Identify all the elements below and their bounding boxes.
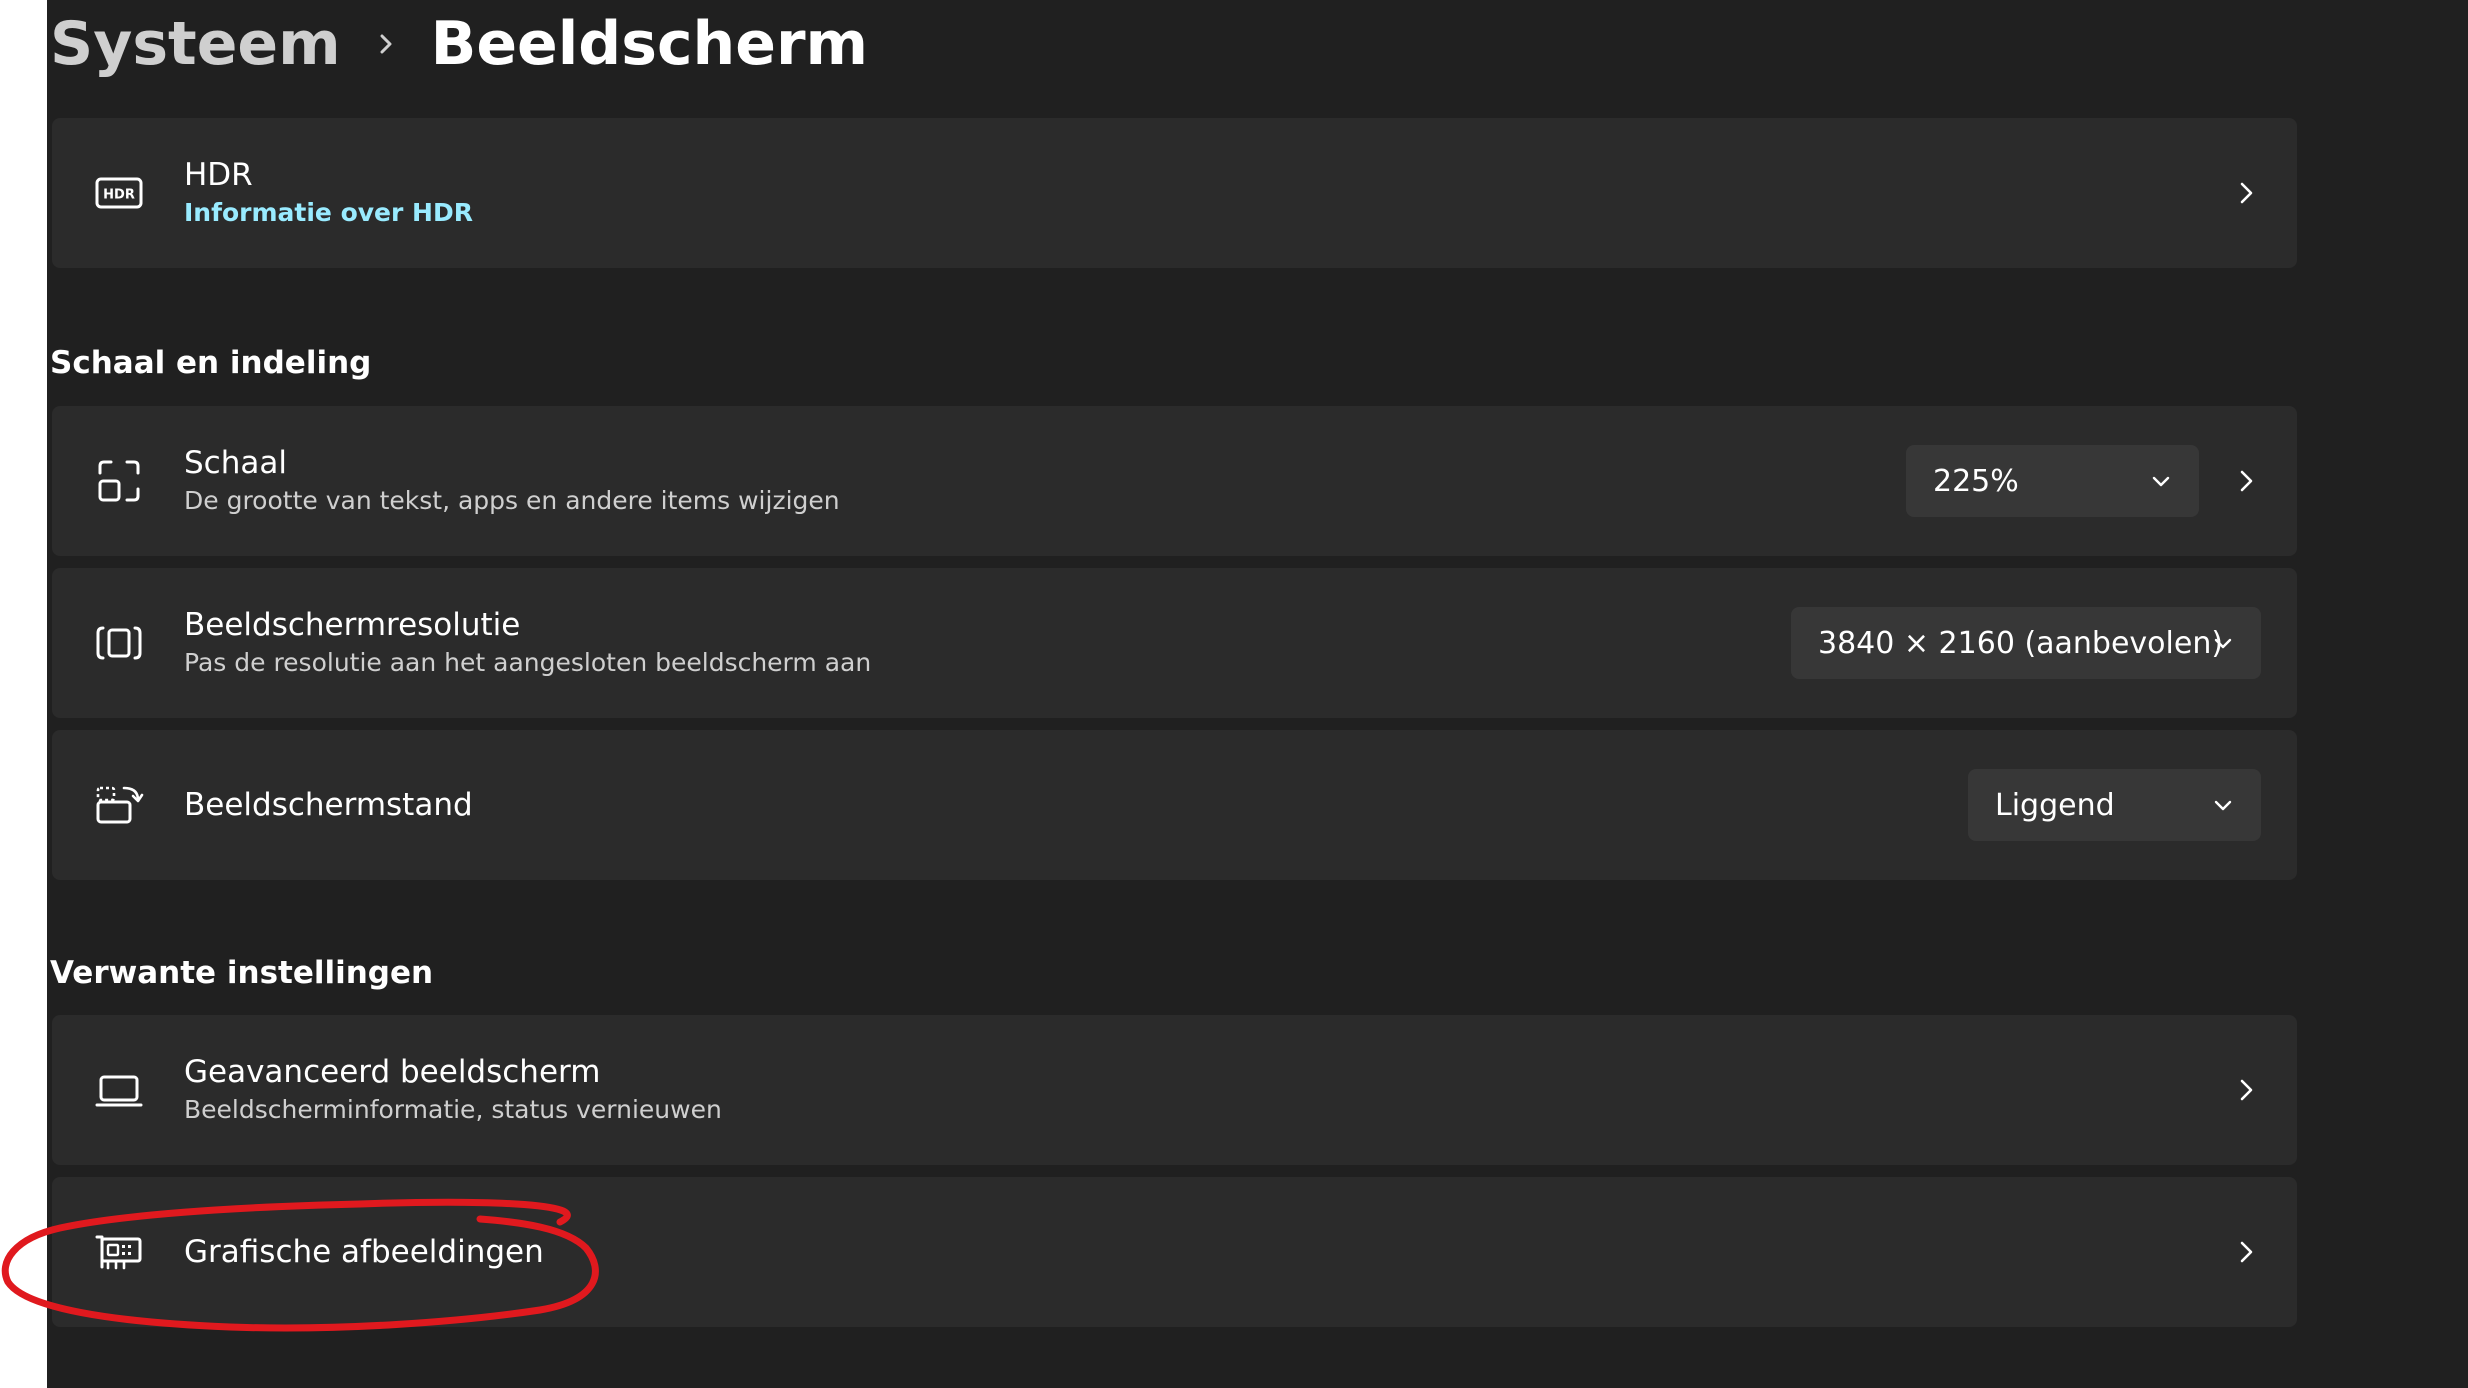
chevron-right-icon xyxy=(2231,178,2261,208)
scale-icon xyxy=(94,456,144,506)
orientation-text: Beeldschermstand xyxy=(184,730,473,880)
resolution-dropdown[interactable]: 3840 × 2160 (aanbevolen) xyxy=(1791,607,2261,679)
hdr-card[interactable]: HDR HDR Informatie over HDR xyxy=(52,118,2297,268)
chevron-right-icon xyxy=(2231,1075,2261,1105)
graphics-card[interactable]: Grafische afbeeldingen xyxy=(52,1177,2297,1327)
hdr-title: HDR xyxy=(184,157,253,194)
scale-subtitle: De grootte van tekst, apps en andere ite… xyxy=(184,486,840,515)
orientation-dropdown-value: Liggend xyxy=(1995,787,2115,823)
advanced-display-title: Geavanceerd beeldscherm xyxy=(184,1054,601,1091)
section-title-schaal: Schaal en indeling xyxy=(50,345,372,381)
svg-text:HDR: HDR xyxy=(103,188,135,203)
breadcrumb-systeem[interactable]: Systeem xyxy=(50,14,341,74)
section-title-verwante: Verwante instellingen xyxy=(50,955,434,991)
orientation-icon xyxy=(94,780,144,830)
scale-text: Schaal De grootte van tekst, apps en and… xyxy=(184,406,840,556)
chevron-down-icon xyxy=(2211,793,2235,817)
orientation-title: Beeldschermstand xyxy=(184,786,473,823)
scale-dropdown[interactable]: 225% xyxy=(1906,445,2199,517)
scale-card[interactable]: Schaal De grootte van tekst, apps en and… xyxy=(52,406,2297,556)
advanced-display-card[interactable]: Geavanceerd beeldscherm Beeldscherminfor… xyxy=(52,1015,2297,1165)
chevron-right-icon xyxy=(341,2,431,86)
graphics-title: Grafische afbeeldingen xyxy=(184,1233,544,1270)
hdr-info-link[interactable]: Informatie over HDR xyxy=(184,196,473,230)
settings-window: Systeem Beeldscherm HDR HDR Informatie o… xyxy=(47,0,2468,1388)
laptop-icon xyxy=(94,1065,144,1115)
graphics-card-icon xyxy=(94,1227,144,1277)
chevron-down-icon xyxy=(2149,469,2173,493)
hdr-text: HDR Informatie over HDR xyxy=(184,118,473,268)
resolution-title: Beeldschermresolutie xyxy=(184,607,521,644)
resolution-card: Beeldschermresolutie Pas de resolutie aa… xyxy=(52,568,2297,718)
chevron-down-icon xyxy=(2211,631,2235,655)
chevron-right-icon xyxy=(2231,466,2261,496)
resolution-text: Beeldschermresolutie Pas de resolutie aa… xyxy=(184,568,871,718)
orientation-dropdown[interactable]: Liggend xyxy=(1968,769,2261,841)
hdr-icon: HDR xyxy=(94,168,144,218)
chevron-right-icon xyxy=(2231,1237,2261,1267)
scale-dropdown-value: 225% xyxy=(1933,463,2019,499)
resolution-subtitle: Pas de resolutie aan het aangesloten bee… xyxy=(184,648,872,677)
advanced-display-subtitle: Beeldscherminformatie, status vernieuwen xyxy=(184,1095,722,1124)
page-title: Beeldscherm xyxy=(430,9,869,79)
resolution-dropdown-value: 3840 × 2160 (aanbevolen) xyxy=(1818,625,2224,661)
orientation-card: Beeldschermstand Liggend xyxy=(52,730,2297,880)
graphics-text: Grafische afbeeldingen xyxy=(184,1177,544,1327)
advanced-display-text: Geavanceerd beeldscherm Beeldscherminfor… xyxy=(184,1015,722,1165)
scale-title: Schaal xyxy=(184,445,287,482)
breadcrumb: Systeem Beeldscherm xyxy=(50,2,868,86)
resolution-icon xyxy=(94,618,144,668)
